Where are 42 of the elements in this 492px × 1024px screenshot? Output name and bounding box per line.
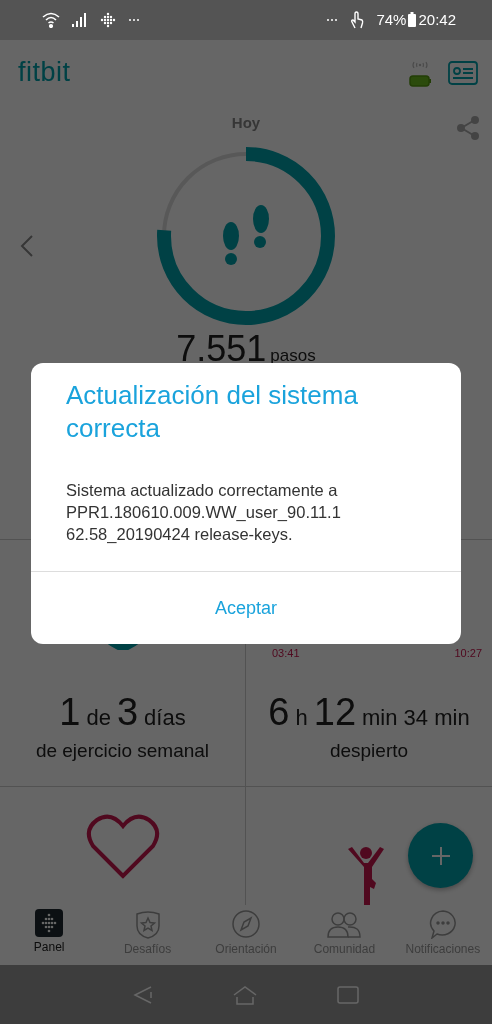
stat-unit: de [86, 705, 111, 732]
heart-icon [84, 812, 161, 881]
person-standing-icon [346, 845, 386, 906]
hand-icon [350, 10, 365, 29]
wifi-icon [42, 11, 60, 28]
clock-time: 20:42 [418, 11, 456, 29]
chevron-left-icon[interactable] [20, 233, 34, 258]
time-label: 03:41 [272, 647, 300, 660]
dashboard-icon [35, 909, 64, 938]
stat-unit: h [295, 705, 308, 732]
back-icon[interactable] [133, 984, 153, 1005]
dialog-title: Actualización del sistema correcta [65, 379, 359, 445]
nav-tab[interactable]: Panel [0, 905, 99, 966]
stat-value: 6 [268, 691, 290, 735]
stat-caption: de ejercicio semanal [35, 740, 210, 763]
stat-unit: min 34 min [362, 705, 470, 732]
share-icon[interactable] [456, 115, 480, 140]
more-icon [326, 17, 339, 22]
compass-icon [231, 909, 261, 940]
stat-value: 3 [116, 691, 139, 735]
steps-unit: pasos [270, 346, 316, 365]
profile-card-icon[interactable] [448, 60, 478, 85]
battery-icon [408, 12, 417, 28]
steps-count: 7.551 [176, 332, 267, 365]
chat-bubble-icon [427, 909, 458, 940]
plus-icon [431, 846, 450, 865]
stat-value: 12 [313, 691, 357, 735]
home-icon[interactable] [233, 984, 257, 1005]
add-button[interactable] [408, 823, 473, 888]
battery-percent: 74% [376, 11, 407, 29]
accept-button[interactable]: Aceptar [31, 572, 461, 644]
fitbit-logo: fitbit [18, 57, 71, 89]
signal-icon [72, 12, 88, 27]
stat-value: 1 [59, 691, 81, 735]
dialog-message: Sistema actualizado correctamente a PPR1.180610.009.WW_user_90.11.162.58_20190424 release-keys. [66, 480, 342, 545]
stat-unit: días [144, 705, 186, 732]
fitbit-icon [100, 11, 116, 28]
stat-caption: despierto [329, 740, 409, 763]
recents-icon[interactable] [337, 985, 359, 1004]
more-icon [128, 17, 140, 22]
people-icon [326, 909, 363, 940]
time-label: 10:27 [454, 647, 482, 660]
